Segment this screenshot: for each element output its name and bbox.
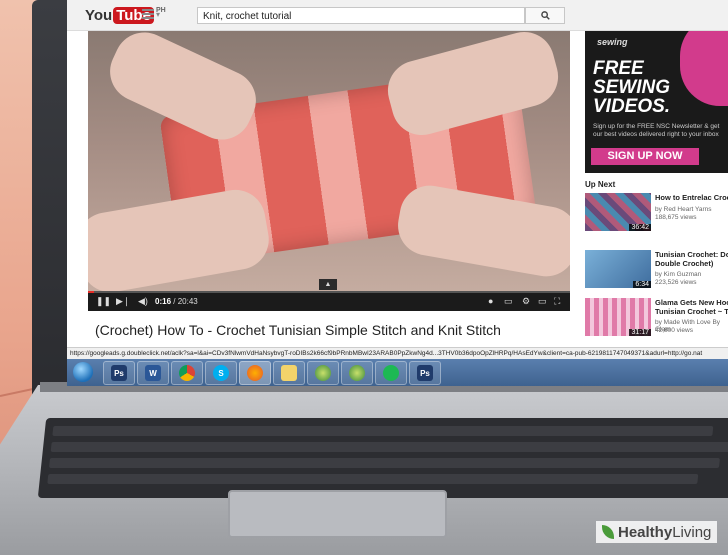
related-video[interactable]: 36:42 How to Entrelac Croc by Red Heart … xyxy=(585,193,728,235)
subtitles-icon[interactable]: ▭ xyxy=(504,296,513,307)
volume-icon[interactable]: ◀) xyxy=(138,296,148,307)
related-title[interactable]: Glama Gets New Hoo Tunisian Crochet ~ T xyxy=(655,298,728,316)
taskbar-app[interactable]: W xyxy=(137,361,169,385)
ad-signup-button[interactable]: SIGN UP NOW xyxy=(591,148,699,165)
video-thumbnail[interactable]: 36:42 xyxy=(585,193,651,231)
photoshop-icon: Ps xyxy=(111,365,127,381)
youtube-header: You Tube PH ▾ Knit, crochet tutorial xyxy=(67,0,728,31)
chevron-down-icon[interactable]: ▾ xyxy=(156,10,160,19)
ad-headline-line: SEWING xyxy=(593,77,671,98)
video-duration: 36:42 xyxy=(629,224,651,231)
word-icon: W xyxy=(145,365,161,381)
windows-logo-icon xyxy=(73,362,93,382)
related-title[interactable]: Tunisian Crochet: Do Double Crochet) xyxy=(655,250,728,268)
related-channel[interactable]: by Kim Guzman xyxy=(655,271,701,278)
taskbar-app[interactable]: S xyxy=(205,361,237,385)
key-row xyxy=(52,426,714,436)
taskbar-app[interactable]: Ps xyxy=(409,361,441,385)
logo-you: You xyxy=(85,7,113,24)
related-video[interactable]: 6:34 Tunisian Crochet: Do Double Crochet… xyxy=(585,250,728,292)
search-input[interactable]: Knit, crochet tutorial xyxy=(197,7,525,24)
windows-taskbar: Ps W S Ps xyxy=(67,359,728,386)
start-button[interactable] xyxy=(71,361,95,383)
video-duration: 6:34 xyxy=(633,281,651,288)
related-channel[interactable]: by Red Heart Yarns xyxy=(655,206,711,213)
ad-brand: sewing xyxy=(597,37,628,47)
expand-caret-icon[interactable]: ▲ xyxy=(319,279,337,290)
info-icon[interactable]: ● xyxy=(488,296,493,306)
taskbar-app[interactable] xyxy=(239,361,271,385)
ad-headline: FREE SEWING VIDEOS. xyxy=(593,59,670,116)
related-views: 188,675 views xyxy=(655,214,697,221)
pause-icon[interactable]: ❚❚ xyxy=(96,296,111,307)
laptop-screen: You Tube PH ▾ Knit, crochet tutorial ▲ ❚❚ … xyxy=(67,0,728,386)
related-views: 42,800 views xyxy=(655,327,693,334)
related-video[interactable]: 31:17 Glama Gets New Hoo Tunisian Croche… xyxy=(585,298,728,340)
guide-menu-icon[interactable] xyxy=(142,9,154,19)
video-thumbnail[interactable]: 6:34 xyxy=(585,250,651,288)
sidebar-ad[interactable]: sewing FREE SEWING VIDEOS. Sign up for t… xyxy=(585,31,728,173)
duration: / 20:43 xyxy=(173,297,198,306)
search-button[interactable] xyxy=(525,7,565,24)
green-app-icon xyxy=(315,365,331,381)
status-bar-url: https://googleads.g.doubleclick.net/aclk… xyxy=(67,347,728,359)
next-icon[interactable]: ▶❘ xyxy=(116,296,130,307)
spotify-icon xyxy=(383,365,399,381)
player-controls: ❚❚ ▶❘ ◀) 0:16 / 20:43 ● ▭ ⚙ ▭ ⛶ xyxy=(88,293,570,311)
file-explorer-icon xyxy=(281,365,297,381)
video-title: (Crochet) How To - Crochet Tunisian Simp… xyxy=(95,322,501,338)
ad-headline-line: FREE xyxy=(593,58,644,79)
touchpad xyxy=(228,490,447,538)
key-row xyxy=(50,442,728,452)
green-app-icon xyxy=(349,365,365,381)
settings-icon[interactable]: ⚙ xyxy=(522,296,530,307)
skype-icon: S xyxy=(213,365,229,381)
video-thumbnail[interactable]: 31:17 xyxy=(585,298,651,336)
watermark-bold: Healthy xyxy=(618,523,673,541)
key-row xyxy=(48,458,720,468)
photoshop-icon: Ps xyxy=(417,365,433,381)
ad-copy: Sign up for the FREE NSC Newsletter & ge… xyxy=(593,123,720,138)
taskbar-app[interactable] xyxy=(375,361,407,385)
ad-decoration xyxy=(680,31,728,106)
taskbar-app[interactable] xyxy=(307,361,339,385)
up-next-label: Up Next xyxy=(585,180,616,189)
time-display: 0:16 / 20:43 xyxy=(155,297,198,306)
watermark-normal: Living xyxy=(672,523,712,541)
taskbar-app[interactable]: Ps xyxy=(103,361,135,385)
search-icon xyxy=(540,11,550,20)
taskbar-app[interactable] xyxy=(341,361,373,385)
laptop-keyboard xyxy=(37,418,728,498)
firefox-icon xyxy=(247,365,263,381)
key-row xyxy=(47,474,699,484)
chrome-icon xyxy=(179,365,195,381)
video-player[interactable]: ▲ ❚❚ ▶❘ ◀) 0:16 / 20:43 ● ▭ ⚙ ▭ ⛶ xyxy=(88,31,570,311)
watermark: HealthyLiving xyxy=(596,521,718,543)
ad-headline-line: VIDEOS. xyxy=(593,96,671,117)
leaf-icon xyxy=(602,525,614,539)
related-title[interactable]: How to Entrelac Croc xyxy=(655,193,728,202)
video-duration: 31:17 xyxy=(629,329,651,336)
watermark-text: HealthyLiving xyxy=(618,524,711,541)
fullscreen-icon[interactable]: ⛶ xyxy=(554,296,560,307)
taskbar-app[interactable] xyxy=(171,361,203,385)
theater-mode-icon[interactable]: ▭ xyxy=(538,296,547,307)
taskbar-app[interactable] xyxy=(273,361,305,385)
current-time: 0:16 xyxy=(155,297,172,306)
related-views: 223,526 views xyxy=(655,279,697,286)
